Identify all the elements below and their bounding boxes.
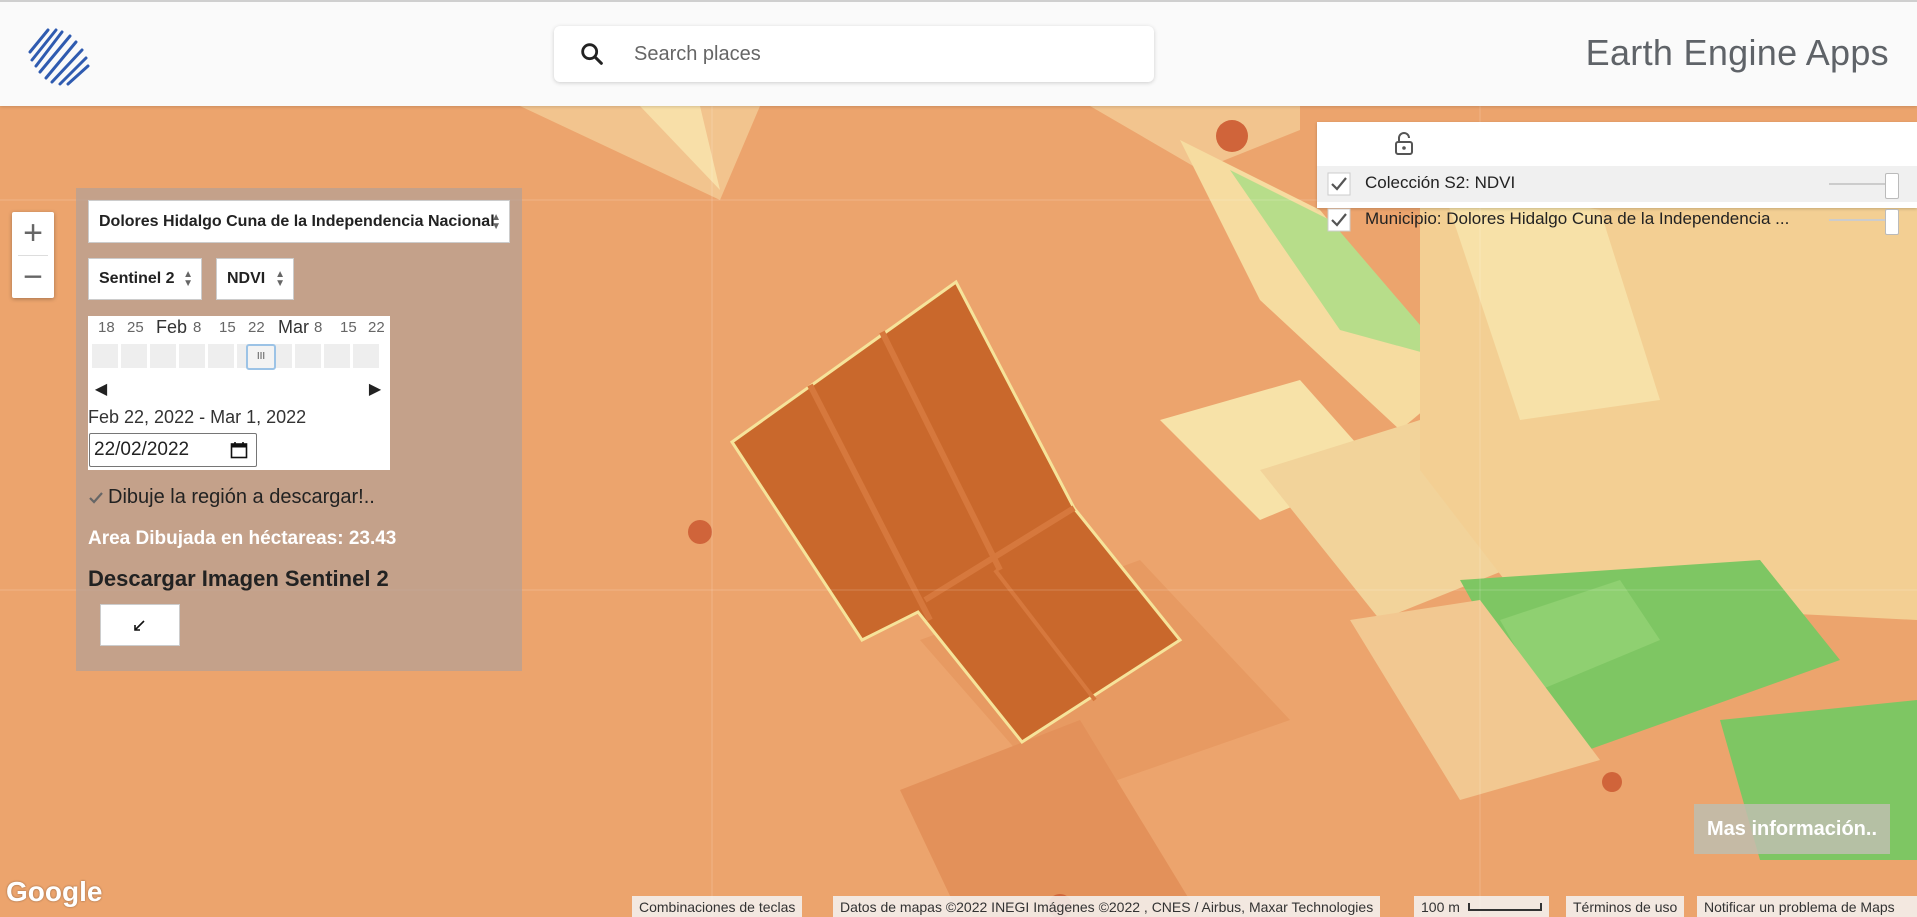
layer-name: Municipio: Dolores Hidalgo Cuna de la In…: [1365, 209, 1790, 228]
timeline-tick: 15: [219, 319, 236, 336]
timeline-month: Feb: [156, 317, 188, 337]
layer-row[interactable]: Colección S2: NDVI: [1317, 166, 1917, 202]
timeline-tick: 25: [127, 319, 144, 336]
satellite-select[interactable]: Sentinel 2 ▲ ▼: [88, 258, 202, 300]
timeline-cell[interactable]: [179, 344, 205, 368]
timeline-tick: 22: [368, 319, 385, 336]
google-logo: Google: [6, 876, 103, 907]
scale-bar-graphic: [1467, 902, 1542, 911]
slider-thumb[interactable]: [1885, 173, 1899, 199]
draw-region-checkbox[interactable]: Dibuje la región a descargar!..: [88, 486, 375, 509]
timeline-handle[interactable]: III: [246, 344, 276, 370]
more-info-button[interactable]: Mas información..: [1694, 804, 1890, 854]
timeline-cell[interactable]: [121, 344, 147, 368]
date-timeline: 18 25 Feb 8 15 22 Mar 8 15 22 III ◀ ▶ Fe…: [88, 316, 390, 470]
timeline-tick: 22: [248, 319, 265, 336]
region-select[interactable]: Dolores Hidalgo Cuna de la Independencia…: [88, 200, 510, 243]
timeline-prev-button[interactable]: ◀: [88, 376, 114, 402]
search-input[interactable]: [634, 26, 1134, 82]
select-arrows-icon: ▲ ▼: [275, 269, 285, 289]
satellite-select-value: Sentinel 2: [99, 270, 175, 287]
date-range-label: Feb 22, 2022 - Mar 1, 2022: [88, 407, 307, 427]
select-arrows-icon: ▲ ▼: [183, 269, 193, 289]
lock-open-icon[interactable]: [1393, 132, 1415, 156]
timeline-cell[interactable]: [324, 344, 350, 368]
select-arrows-icon: ▲ ▼: [491, 211, 501, 232]
layer-opacity-slider[interactable]: [1829, 173, 1899, 199]
timeline-next-button[interactable]: ▶: [362, 376, 388, 402]
timeline-cell[interactable]: [295, 344, 321, 368]
download-button[interactable]: [100, 604, 180, 646]
pencil-download-icon: [134, 620, 145, 631]
slider-thumb[interactable]: [1885, 209, 1899, 235]
earth-engine-logo-icon[interactable]: [22, 20, 94, 92]
layer-opacity-slider[interactable]: [1829, 209, 1899, 235]
report-problem-link[interactable]: Notificar un problema de Maps: [1697, 896, 1917, 917]
map-data-attribution: Datos de mapas ©2022 INEGI Imágenes ©202…: [833, 896, 1381, 917]
app-title: Earth Engine Apps: [1585, 32, 1889, 73]
layer-name: Colección S2: NDVI: [1365, 173, 1516, 192]
index-select-value: NDVI: [227, 270, 266, 287]
timeline-tick: 8: [193, 319, 202, 336]
keyboard-shortcuts-link[interactable]: Combinaciones de teclas: [632, 896, 803, 917]
timeline-cell[interactable]: [353, 344, 379, 368]
timeline-tick: 18: [98, 319, 115, 336]
app-header: Earth Engine Apps: [0, 0, 1917, 106]
timeline-tick: 15: [340, 319, 357, 336]
timeline-cell[interactable]: [150, 344, 176, 368]
timeline-tick: 8: [314, 319, 323, 336]
index-select[interactable]: NDVI ▲ ▼: [216, 258, 294, 300]
timeline-ticks: 18 25 Feb 8 15 22 Mar 8 15 22: [88, 316, 390, 338]
timeline-cell[interactable]: [208, 344, 234, 368]
download-title: Descargar Imagen Sentinel 2: [88, 566, 389, 591]
layer-row[interactable]: Municipio: Dolores Hidalgo Cuna de la In…: [1317, 202, 1917, 238]
zoom-control: + −: [12, 212, 54, 298]
layer-checkbox-checked-icon[interactable]: [1327, 172, 1351, 196]
search-box[interactable]: [554, 26, 1154, 82]
drawn-area-text: Area Dibujada en héctareas: 23.43: [88, 528, 397, 549]
terms-link[interactable]: Términos de uso: [1566, 896, 1685, 917]
scale-bar[interactable]: 100 m: [1414, 896, 1549, 917]
timeline-cell[interactable]: [92, 344, 118, 368]
scale-label: 100 m: [1421, 898, 1460, 915]
layer-checkbox-checked-icon[interactable]: [1327, 208, 1351, 232]
checkbox-checked-icon[interactable]: [88, 490, 104, 506]
date-input[interactable]: 22/02/2022: [89, 433, 257, 467]
search-icon[interactable]: [578, 40, 606, 68]
zoom-out-button[interactable]: −: [12, 256, 54, 298]
timeline-month: Mar: [278, 317, 309, 337]
calendar-icon[interactable]: [230, 441, 248, 459]
layers-panel: Colección S2: NDVI Municipio: Dolores Hi…: [1317, 122, 1917, 235]
region-select-value: Dolores Hidalgo Cuna de la Independencia…: [99, 212, 495, 230]
control-panel: Dolores Hidalgo Cuna de la Independencia…: [76, 188, 522, 671]
draw-region-label: Dibuje la región a descargar!..: [108, 486, 375, 508]
zoom-in-button[interactable]: +: [12, 212, 54, 255]
date-input-value: 22/02/2022: [94, 439, 190, 460]
